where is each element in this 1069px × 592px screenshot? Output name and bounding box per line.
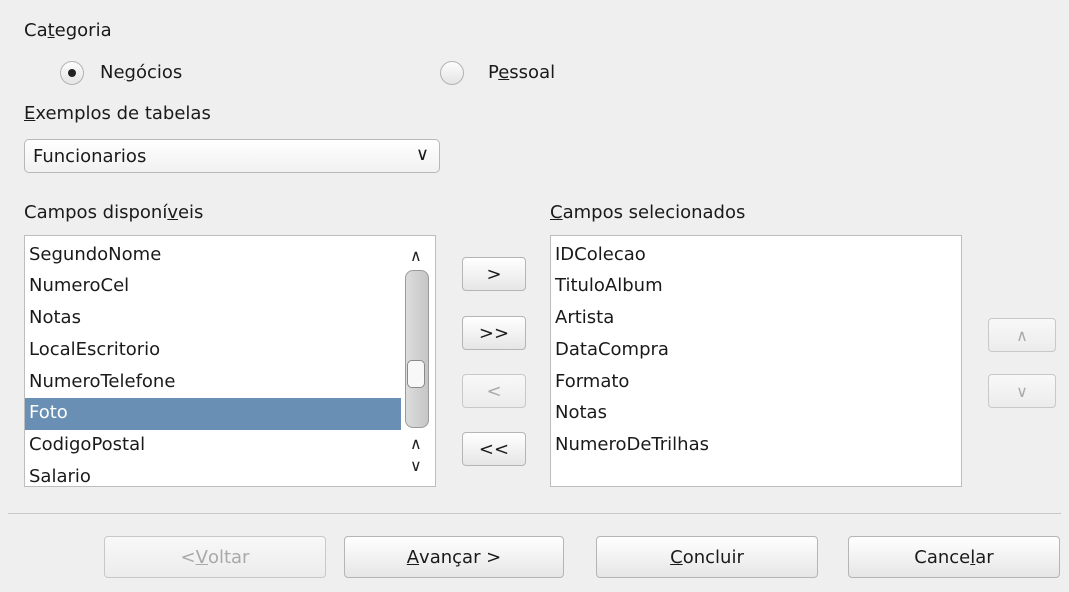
scrollbar-handle[interactable] <box>407 360 425 388</box>
list-item[interactable]: Artista <box>551 303 955 335</box>
add-all-fields-button[interactable]: >> <box>462 316 526 350</box>
move-up-button[interactable]: ∧ <box>988 318 1056 352</box>
categoria-label: Categoria <box>24 20 112 41</box>
radio-pessoal-label: Pessoal <box>488 62 556 83</box>
list-item[interactable]: TituloAlbum <box>551 271 955 303</box>
remove-all-fields-button[interactable]: << <box>462 432 526 466</box>
list-item[interactable]: DataCompra <box>551 335 955 367</box>
list-item[interactable]: NumeroDeTrilhas <box>551 430 955 462</box>
chevron-down-icon[interactable]: ∨ <box>416 144 429 165</box>
list-item[interactable]: Notas <box>551 398 955 430</box>
list-item[interactable]: NumeroTelefone <box>25 367 401 399</box>
chevron-up-icon: ∧ <box>1016 325 1028 345</box>
finish-button[interactable]: Concluir <box>596 536 818 578</box>
move-down-button[interactable]: ∨ <box>988 374 1056 408</box>
dropdown-value: Funcionarios <box>33 146 147 167</box>
add-field-button[interactable]: > <box>462 257 526 291</box>
next-button[interactable]: Avançar > <box>344 536 564 578</box>
radio-negocios-indicator[interactable] <box>60 61 84 85</box>
available-fields-label: Campos disponíveis <box>24 202 204 223</box>
selected-fields-label: Campos selecionados <box>550 202 746 223</box>
list-item[interactable]: NumeroCel <box>25 271 401 303</box>
back-button[interactable]: < Voltar <box>104 536 326 578</box>
scroll-down-icon[interactable]: ∨ <box>410 458 422 474</box>
scroll-up-icon[interactable]: ∧ <box>410 436 422 452</box>
available-fields-list[interactable]: SegundoNome NumeroCel Notas LocalEscrito… <box>24 235 436 487</box>
scrollbar-thumb[interactable] <box>405 270 429 428</box>
list-item[interactable]: Formato <box>551 367 955 399</box>
list-item[interactable]: Salario <box>25 462 401 486</box>
list-item[interactable]: SegundoNome <box>25 240 401 272</box>
list-item-selected[interactable]: Foto <box>25 398 401 430</box>
radio-pessoal[interactable]: Pessoal <box>440 61 555 85</box>
chevron-down-icon: ∨ <box>1016 381 1028 401</box>
radio-pessoal-indicator[interactable] <box>440 61 464 85</box>
exemplos-label: Exemplos de tabelas <box>24 103 211 124</box>
scroll-up-icon[interactable]: ∧ <box>410 248 422 264</box>
list-item[interactable]: CodigoPostal <box>25 430 401 462</box>
radio-negocios[interactable]: Negócios <box>60 61 182 85</box>
table-examples-dropdown[interactable]: Funcionarios ∨ <box>24 139 440 173</box>
selected-fields-list[interactable]: IDColecao TituloAlbum Artista DataCompra… <box>550 235 962 487</box>
cancel-button[interactable]: Cance l ar <box>848 536 1060 578</box>
remove-field-button[interactable]: < <box>462 374 526 408</box>
list-item[interactable]: LocalEscritorio <box>25 335 401 367</box>
separator <box>8 513 1061 514</box>
list-item[interactable]: IDColecao <box>551 240 955 272</box>
radio-negocios-label: Negócios <box>100 62 183 83</box>
list-item[interactable]: Notas <box>25 303 401 335</box>
